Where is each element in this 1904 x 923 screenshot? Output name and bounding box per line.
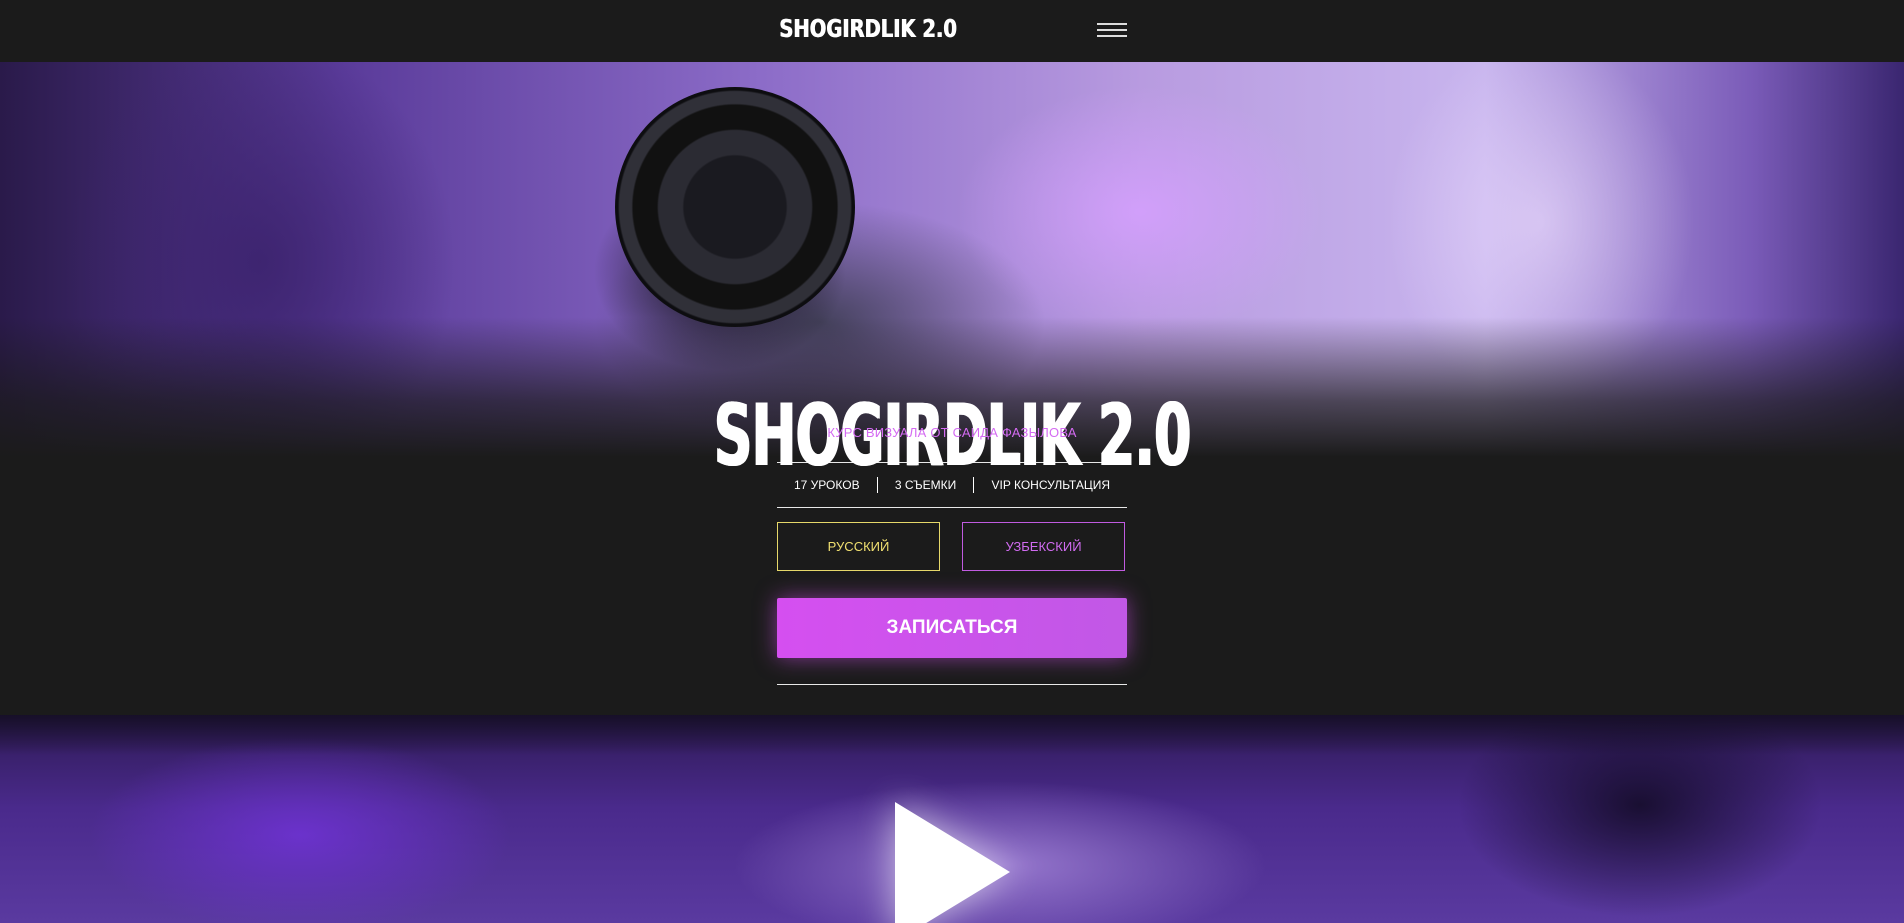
hamburger-menu-icon[interactable]: [1097, 23, 1127, 39]
site-header: SHOGIRDLIK 2.0: [0, 0, 1904, 62]
signup-button[interactable]: ЗАПИСАТЬСЯ: [777, 598, 1127, 658]
header-logo[interactable]: SHOGIRDLIK 2.0: [779, 14, 957, 43]
hero-subtitle: КУРС ВИЗУАЛА ОТ САИДА ФАЗЫЛОВА: [827, 425, 1077, 440]
language-uzbek-button[interactable]: УЗБЕКСКИЙ: [962, 522, 1125, 571]
menu-line: [1097, 29, 1127, 31]
menu-line: [1097, 23, 1127, 25]
divider-bottom: [777, 684, 1127, 685]
divider-middle: [777, 507, 1127, 508]
play-icon[interactable]: [895, 802, 1010, 923]
camera-lens-graphic: [615, 87, 855, 327]
video-preview[interactable]: [0, 715, 1904, 923]
language-russian-button[interactable]: РУССКИЙ: [777, 522, 940, 571]
menu-line: [1097, 35, 1127, 37]
